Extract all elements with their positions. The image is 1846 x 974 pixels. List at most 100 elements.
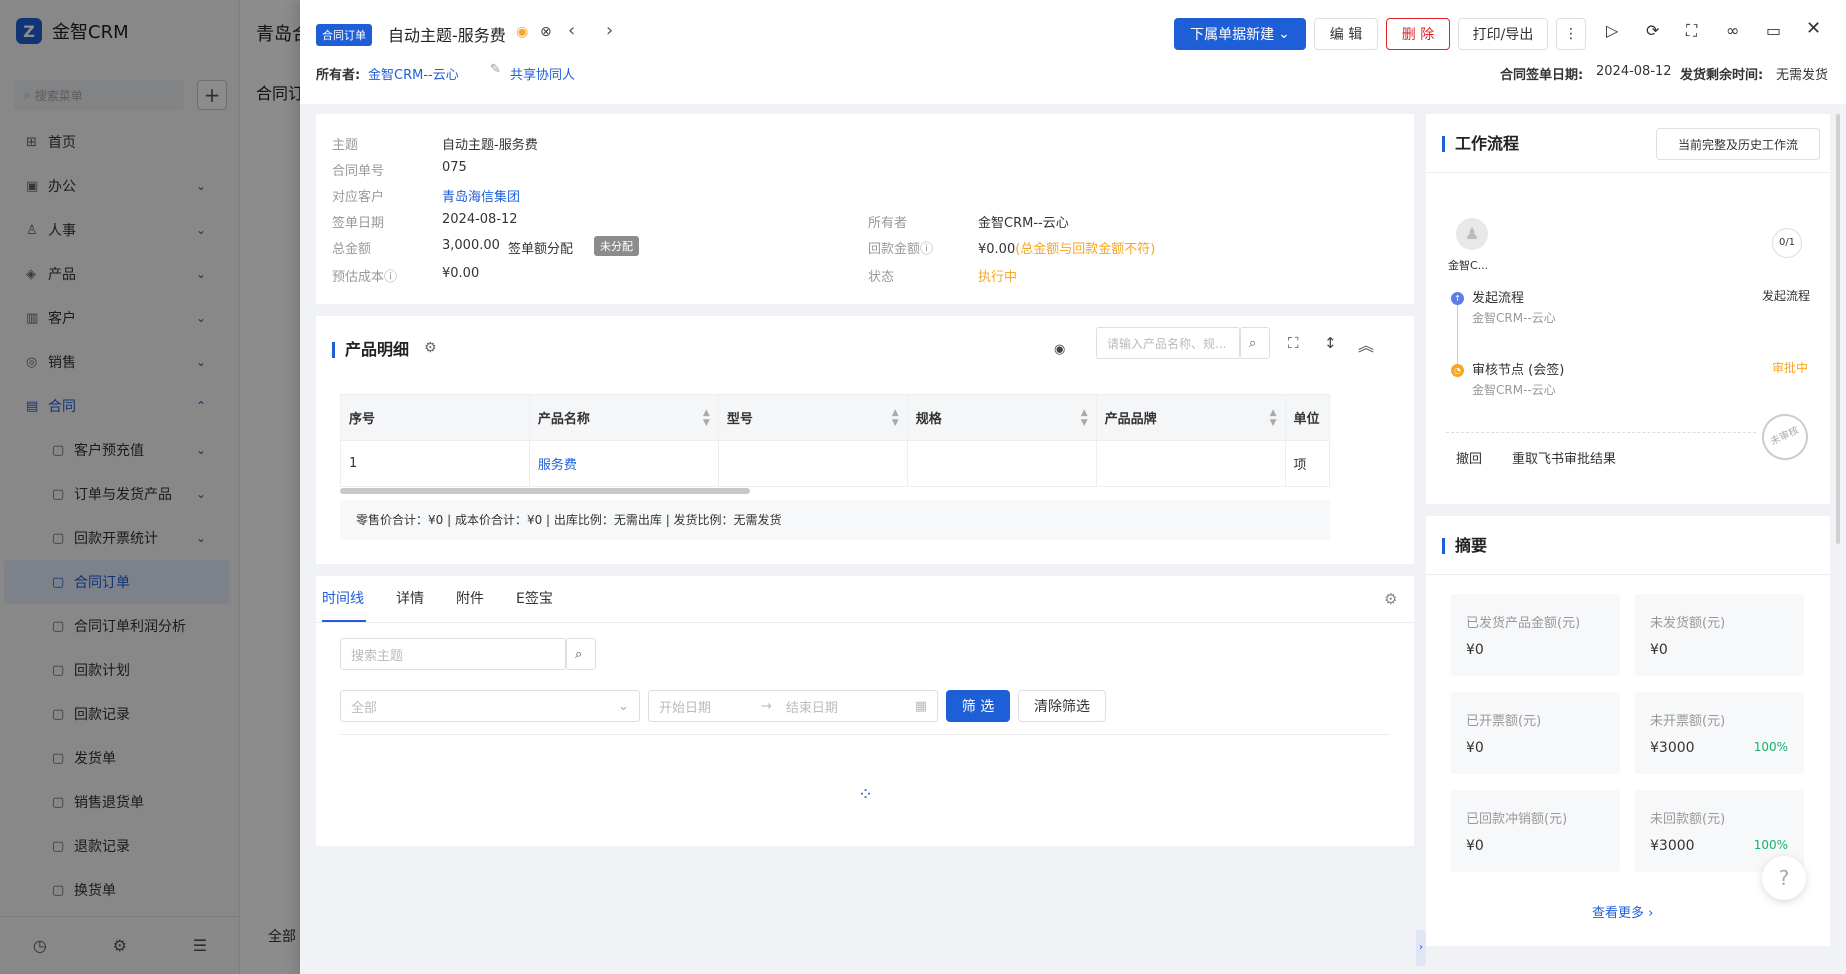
basic-info-card: 主题 自动主题-服务费 合同单号 075 对应客户 青岛海信集团 签单日期 20… (316, 114, 1414, 304)
table-cell: 项 (1285, 440, 1330, 487)
next-icon[interactable]: › (606, 20, 613, 41)
revoke-link[interactable]: 撤回 (1456, 448, 1482, 467)
help-icon: ⓘ (384, 270, 398, 285)
owner-value: 金智CRM--云心 (978, 216, 1069, 231)
timeline-search-input[interactable]: 搜索主题 (340, 638, 566, 670)
summary-box: 已开票额(元) ¥0 (1450, 692, 1620, 774)
chevron-down-icon: ⌄ (618, 698, 629, 714)
expand-icon[interactable]: ⛶ (1288, 334, 1299, 352)
tab-timeline[interactable]: 时间线 (322, 588, 364, 608)
close-circle-icon[interactable]: ⊗ (540, 24, 552, 40)
divider (1426, 172, 1830, 173)
status-label: 状态 (868, 270, 895, 285)
workflow-progress: 0/1 (1772, 228, 1802, 258)
owner-label: 所有者: (316, 68, 361, 83)
edit-pen-icon: ✎ (490, 62, 501, 77)
divider (1426, 574, 1830, 575)
sign-date-label: 合同签单日期: (1500, 68, 1584, 83)
refresh-icon[interactable]: ⟳ (1646, 21, 1659, 40)
record-title: 自动主题-服务费 (388, 26, 506, 45)
help-float-button[interactable]: ? (1762, 856, 1806, 900)
tab-esign[interactable]: E签宝 (516, 588, 553, 608)
modal-overlay[interactable] (0, 0, 300, 974)
remaining-value: 无需发货 (1776, 68, 1829, 83)
detail-drawer: 合同订单 自动主题-服务费 ◉ ⊗ ‹ › 所有者: 金智CRM--云心 ✎ 共… (300, 0, 1846, 974)
delete-button[interactable]: 删 除 (1386, 18, 1450, 50)
sort-icon[interactable]: ▲ ▼ (892, 408, 899, 428)
workflow-card: 工作流程 当前完整及历史工作流 ♟ 金智C... 0/1 ↑ 发起流程 金智CR… (1426, 114, 1830, 504)
product-name-link[interactable]: 服务费 (529, 440, 719, 487)
window-icon[interactable]: ▭ (1766, 21, 1781, 40)
table-cell (718, 440, 908, 487)
total-amount-label: 总金额 (332, 242, 372, 257)
subject-label: 主题 (332, 138, 359, 153)
product-section-title: 产品明细 (332, 342, 409, 358)
column-header[interactable]: 产品名称 ▲ ▼ (529, 394, 719, 441)
received-label: 回款金额ⓘ (868, 242, 934, 257)
divider (340, 734, 1390, 735)
search-icon[interactable]: ⌕ (566, 638, 596, 670)
column-header[interactable]: 规格 ▲ ▼ (907, 394, 1097, 441)
owner-link[interactable]: 金智CRM--云心 (368, 64, 459, 83)
tab-details[interactable]: 详情 (396, 588, 424, 608)
workflow-title: 工作流程 (1442, 136, 1519, 152)
gear-icon[interactable]: ⚙ (424, 340, 437, 356)
horizontal-scrollbar[interactable] (340, 488, 750, 494)
history-workflow-button[interactable]: 当前完整及历史工作流 (1656, 128, 1820, 160)
unreviewed-stamp: 未审核 (1754, 406, 1816, 468)
cost-value: ¥0.00 (442, 266, 480, 281)
calendar-icon: ▦ (914, 698, 927, 714)
refetch-approval-link[interactable]: 重取飞书审批结果 (1512, 448, 1616, 467)
summary-box: 未发货额(元) ¥0 (1634, 594, 1804, 676)
divider (1446, 432, 1756, 433)
date-range-input[interactable]: 开始日期 → 结束日期 ▦ (648, 690, 938, 722)
status-value: 执行中 (978, 270, 1018, 285)
type-select[interactable]: 全部 ⌄ (340, 690, 640, 722)
product-totals: 零售价合计：¥0 | 成本价合计：¥0 | 出库比例：无需出库 | 发货比例：无… (340, 500, 1330, 540)
sort-icon[interactable]: ▲ ▼ (1270, 408, 1277, 428)
height-icon[interactable]: ↕ (1324, 334, 1337, 352)
sort-icon[interactable]: ▲ ▼ (1081, 408, 1088, 428)
summary-card: 摘要 已发货产品金额(元) ¥0 未发货额(元) ¥0 已开票额(元) ¥0 未开票额… (1426, 516, 1830, 946)
column-header: 序号 (340, 394, 530, 441)
column-header[interactable]: 型号 ▲ ▼ (718, 394, 908, 441)
close-icon[interactable]: ✕ (1806, 18, 1821, 39)
search-icon[interactable]: ⌕ (1240, 327, 1270, 359)
type-tag: 合同订单 (316, 24, 372, 46)
sign-date-value: 2024-08-12 (1596, 64, 1672, 79)
column-header[interactable]: 产品品牌 ▲ ▼ (1096, 394, 1286, 441)
link-icon[interactable]: ∞ (1726, 21, 1739, 40)
tabs-card: ⚙ 搜索主题 ⌕ 全部 ⌄ 开始日期 → 结束日期 ▦ 筛 选 清除筛选 ⁘ (316, 576, 1414, 846)
filter-button[interactable]: 筛 选 (946, 690, 1010, 722)
clear-filter-button[interactable]: 清除筛选 (1018, 690, 1106, 722)
gear-icon[interactable]: ⚙ (1384, 590, 1397, 608)
sort-icon[interactable]: ▲ ▼ (703, 408, 710, 428)
more-icon[interactable]: ⋮ (1556, 18, 1586, 50)
share-collaborator-link[interactable]: 共享协同人 (510, 64, 575, 83)
view-more-link[interactable]: 查看更多 › (1592, 902, 1653, 921)
vertical-scrollbar[interactable] (1836, 114, 1840, 544)
print-export-button[interactable]: 打印/导出 (1458, 18, 1548, 50)
product-search-input[interactable]: 请输入产品名称、规... (1096, 327, 1240, 359)
tab-active-indicator (322, 620, 366, 622)
target-icon[interactable]: ◉ (1054, 342, 1065, 357)
table-header-row: 序号 产品名称 ▲ ▼ 型号 ▲ ▼ 规格 ▲ ▼ 产品品牌 ▲ ▼ 单位 (340, 394, 1330, 441)
step-start-icon: ↑ (1451, 292, 1464, 305)
prev-icon[interactable]: ‹ (568, 20, 575, 41)
play-icon[interactable]: ◉ (516, 24, 528, 40)
edit-button[interactable]: 编 辑 (1314, 18, 1378, 50)
customer-link[interactable]: 青岛海信集团 (442, 186, 520, 205)
play-circle-icon[interactable]: ▷ (1606, 21, 1618, 40)
fullscreen-icon[interactable]: ⛶ (1686, 21, 1697, 41)
panel-toggle-icon[interactable]: › (1416, 930, 1426, 966)
collapse-icon[interactable]: ︽ (1358, 332, 1374, 356)
step-name: 审核节点 (会签) (1472, 363, 1565, 378)
summary-box: 已发货产品金额(元) ¥0 (1450, 594, 1620, 676)
tab-attachments[interactable]: 附件 (456, 588, 484, 608)
column-header: 单位 (1285, 394, 1330, 441)
table-cell (907, 440, 1097, 487)
new-sub-record-button[interactable]: 下属单据新建 ⌄ (1174, 18, 1306, 50)
owner-label: 所有者 (868, 216, 908, 231)
summary-box: 未开票额(元) ¥3000 100% (1634, 692, 1804, 774)
received-value: ¥0.00(总金额与回款金额不符) (978, 242, 1156, 257)
